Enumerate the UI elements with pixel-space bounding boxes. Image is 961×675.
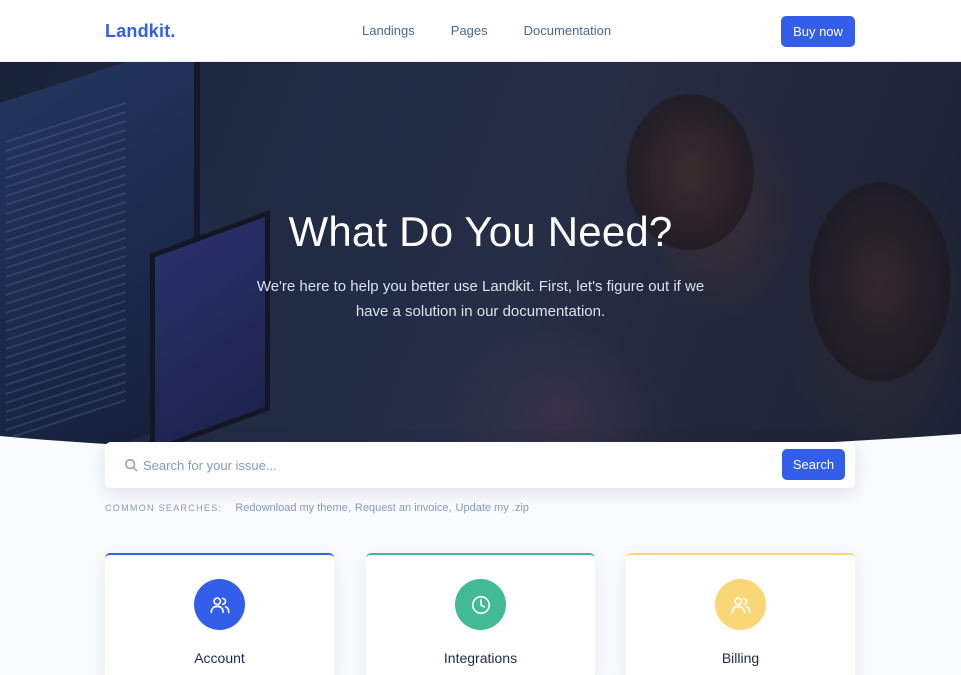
buy-now-button[interactable]: Buy now — [781, 16, 855, 47]
card-billing[interactable]: Billing — [626, 553, 855, 675]
card-title: Account — [194, 650, 245, 666]
users-icon — [730, 596, 751, 613]
card-icon-circle — [455, 579, 506, 630]
card-integrations[interactable]: Integrations — [366, 553, 595, 675]
card-title: Integrations — [443, 650, 518, 666]
nav-link-landings[interactable]: Landings — [362, 23, 415, 38]
common-search-link[interactable]: Update my .zip — [456, 502, 529, 514]
nav-links: Landings Pages Documentation — [362, 23, 611, 38]
hero-section: What Do You Need? We're here to help you… — [0, 62, 961, 462]
nav-link-documentation[interactable]: Documentation — [524, 23, 611, 38]
navbar: Landkit. Landings Pages Documentation Bu… — [0, 0, 961, 62]
users-icon — [209, 596, 230, 613]
card-title: Billing — [721, 650, 760, 666]
brand-logo[interactable]: Landkit. — [105, 21, 176, 42]
card-icon-circle — [194, 579, 245, 630]
card-account[interactable]: Account — [105, 553, 334, 675]
common-searches: COMMON SEARCHES: Redownload my theme, Re… — [105, 502, 529, 514]
hero-title: What Do You Need? — [288, 208, 673, 255]
common-search-link[interactable]: Redownload my theme — [235, 502, 348, 514]
hero-image-monitor — [0, 62, 200, 462]
common-search-link[interactable]: Request an invoice — [355, 502, 449, 514]
search-button[interactable]: Search — [782, 449, 845, 480]
nav-link-pages[interactable]: Pages — [451, 23, 488, 38]
hero-image-person — [760, 102, 961, 462]
search-icon — [125, 459, 138, 472]
search-bar: Search — [105, 442, 855, 488]
hero-subtitle: We're here to help you better use Landki… — [256, 278, 705, 320]
common-searches-label: COMMON SEARCHES: — [105, 503, 223, 513]
hero-image-person — [560, 62, 820, 462]
card-icon-circle — [715, 579, 766, 630]
clock-icon — [471, 595, 490, 614]
search-input[interactable] — [143, 450, 763, 480]
